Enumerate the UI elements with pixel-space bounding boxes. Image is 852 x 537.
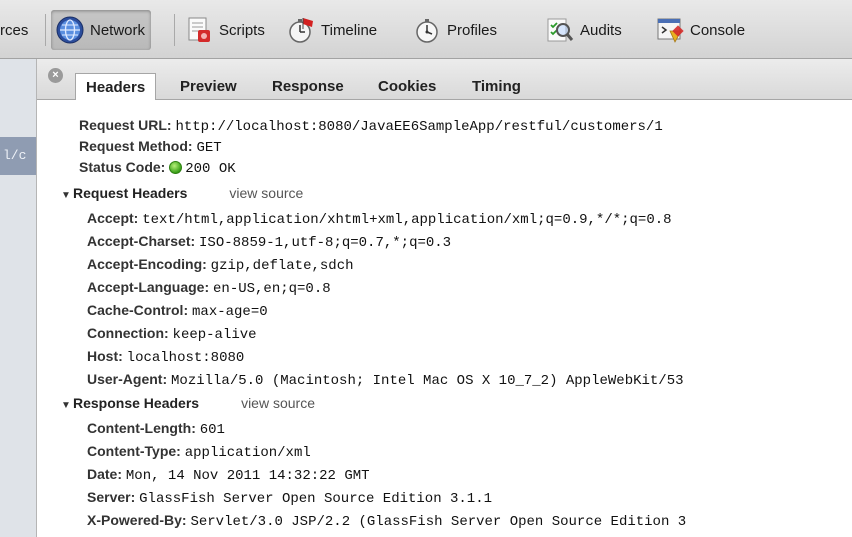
toolbar-scripts[interactable]: Scripts — [184, 10, 265, 50]
header-row: Connection: keep-alive — [87, 323, 257, 344]
header-value: ISO-8859-1,utf-8;q=0.7,*;q=0.3 — [199, 235, 452, 251]
tab-headers[interactable]: Headers — [75, 73, 157, 101]
header-row: Content-Length: 601 — [87, 418, 225, 439]
header-value: Mozilla/5.0 (Macintosh; Intel Mac OS X 1… — [171, 373, 684, 389]
header-value: max-age=0 — [192, 304, 268, 320]
toolbar-audits-label: Audits — [580, 21, 622, 39]
status-code-value: 200 OK — [185, 161, 236, 177]
toolbar-profiles[interactable]: Profiles — [412, 10, 497, 50]
request-url-value: http://localhost:8080/JavaEE6SampleApp/r… — [175, 119, 663, 135]
toolbar-network-label: Network — [90, 21, 146, 39]
details-tab-bar: × Headers Preview Response Cookies Timin… — [37, 59, 852, 101]
toolbar-network[interactable]: Network — [51, 10, 152, 50]
toolbar-console[interactable]: Console — [655, 10, 745, 50]
toolbar-scripts-label: Scripts — [219, 21, 265, 39]
profiles-stopwatch-icon — [416, 19, 438, 43]
request-method-value: GET — [196, 140, 222, 156]
disclosure-triangle-icon[interactable]: ▼ — [61, 185, 73, 206]
header-key: Connection: — [87, 325, 169, 341]
toolbar-timeline[interactable]: Timeline — [286, 10, 377, 50]
panel-toolbar: rces Network Scripts Timeline Profiles A… — [0, 0, 852, 59]
header-key: Accept: — [87, 210, 139, 226]
header-row: Content-Type: application/xml — [87, 441, 311, 462]
header-key: X-Powered-By: — [87, 512, 187, 528]
header-row: Accept-Encoding: gzip,deflate,sdch — [87, 254, 354, 275]
request-headers-section-header[interactable]: ▼ Request Headers view source — [61, 183, 303, 204]
response-headers-title: Response Headers — [73, 395, 200, 411]
header-key: Accept-Charset: — [87, 233, 196, 249]
header-key: Server: — [87, 489, 136, 505]
close-icon[interactable]: × — [48, 68, 63, 83]
header-key: User-Agent: — [87, 371, 168, 387]
tab-response[interactable]: Response — [262, 73, 354, 100]
request-method-row: Request Method: GET — [79, 136, 222, 157]
header-value: en-US,en;q=0.8 — [213, 281, 331, 297]
resource-list-sidebar[interactable]: l/c — [0, 59, 37, 537]
audits-magnifier-icon — [547, 18, 574, 42]
toolbar-resources-label: rces — [0, 21, 29, 39]
header-value: localhost:8080 — [126, 350, 245, 366]
toolbar-audits[interactable]: Audits — [545, 10, 622, 50]
scripts-icon — [188, 17, 210, 42]
request-method-key: Request Method: — [79, 138, 193, 154]
status-code-key: Status Code: — [79, 159, 166, 175]
selected-resource-row[interactable]: l/c — [0, 137, 36, 175]
header-key: Cache-Control: — [87, 302, 189, 318]
response-headers-section-header[interactable]: ▼ Response Headers view source — [61, 393, 315, 414]
header-row: X-Powered-By: Servlet/3.0 JSP/2.2 (Glass… — [87, 510, 686, 531]
disclosure-triangle-icon[interactable]: ▼ — [61, 395, 73, 416]
request-view-source-link[interactable]: view source — [229, 185, 303, 201]
toolbar-timeline-label: Timeline — [321, 21, 378, 39]
header-row: Accept: text/html,application/xhtml+xml,… — [87, 208, 672, 229]
toolbar-divider — [45, 14, 46, 46]
header-value: Mon, 14 Nov 2011 14:32:22 GMT — [125, 468, 370, 484]
status-ok-icon — [169, 161, 183, 174]
tab-preview[interactable]: Preview — [170, 73, 247, 100]
toolbar-profiles-label: Profiles — [447, 21, 498, 39]
header-key: Content-Length: — [87, 420, 196, 436]
status-code-row: Status Code: 200 OK — [79, 157, 236, 178]
header-value: gzip,deflate,sdch — [210, 258, 354, 274]
header-value: application/xml — [184, 445, 311, 461]
header-value: Servlet/3.0 JSP/2.2 (GlassFish Server Op… — [190, 514, 687, 530]
header-row: Cache-Control: max-age=0 — [87, 300, 268, 321]
header-row: Accept-Charset: ISO-8859-1,utf-8;q=0.7,*… — [87, 231, 451, 252]
header-row: Date: Mon, 14 Nov 2011 14:32:22 GMT — [87, 464, 370, 485]
timeline-stopwatch-icon — [289, 18, 313, 43]
tab-timing[interactable]: Timing — [462, 73, 531, 100]
request-url-key: Request URL: — [79, 117, 172, 133]
header-row: Server: GlassFish Server Open Source Edi… — [87, 487, 492, 508]
response-view-source-link[interactable]: view source — [241, 395, 315, 411]
toolbar-divider — [174, 14, 175, 46]
header-key: Accept-Encoding: — [87, 256, 207, 272]
toolbar-console-label: Console — [690, 21, 746, 39]
network-globe-icon — [56, 16, 84, 44]
header-key: Date: — [87, 466, 123, 482]
request-headers-title: Request Headers — [73, 185, 188, 201]
header-key: Accept-Language: — [87, 279, 210, 295]
header-value: keep-alive — [172, 327, 257, 343]
toolbar-resources[interactable]: rces — [0, 10, 28, 50]
header-value: 601 — [199, 422, 225, 438]
headers-content: Request URL: http://localhost:8080/JavaE… — [37, 100, 852, 537]
header-key: Host: — [87, 348, 123, 364]
header-key: Content-Type: — [87, 443, 181, 459]
request-url-row: Request URL: http://localhost:8080/JavaE… — [79, 115, 663, 136]
header-row: Accept-Language: en-US,en;q=0.8 — [87, 277, 331, 298]
tab-cookies[interactable]: Cookies — [368, 73, 446, 100]
header-value: GlassFish Server Open Source Edition 3.1… — [139, 491, 493, 507]
console-icon — [657, 18, 684, 43]
header-row: User-Agent: Mozilla/5.0 (Macintosh; Inte… — [87, 369, 684, 390]
header-value: text/html,application/xhtml+xml,applicat… — [142, 212, 672, 228]
header-row: Host: localhost:8080 — [87, 346, 244, 367]
